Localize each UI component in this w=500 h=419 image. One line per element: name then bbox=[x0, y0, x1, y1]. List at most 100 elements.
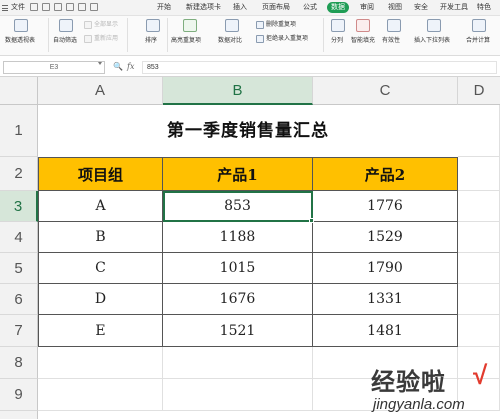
formula-input[interactable]: 853 bbox=[142, 61, 497, 74]
divider bbox=[323, 18, 324, 52]
ribbon-toolbar: 数据透视表 自动筛选 全部显示 重新应用 排序 高亮重复项 数据对比 删除重复项… bbox=[0, 16, 500, 56]
table-title[interactable]: 第一季度销售量汇总 bbox=[38, 105, 458, 157]
split-column-icon bbox=[331, 19, 345, 32]
menu-icon[interactable] bbox=[2, 5, 8, 11]
row-header-8[interactable]: 8 bbox=[0, 347, 38, 379]
table-cell[interactable]: D bbox=[38, 284, 163, 315]
table-cell[interactable]: A bbox=[38, 191, 163, 222]
chevron-down-icon[interactable] bbox=[98, 62, 102, 65]
table-cell[interactable]: 1676 bbox=[163, 284, 313, 315]
cell-d5[interactable] bbox=[458, 253, 500, 284]
table-cell[interactable]: 1481 bbox=[313, 315, 458, 347]
row-header-9[interactable]: 9 bbox=[0, 379, 38, 411]
reapply-button[interactable]: 重新应用 bbox=[94, 35, 118, 43]
smart-fill-button[interactable]: 智能填充 bbox=[351, 37, 375, 45]
remove-duplicates-icon bbox=[256, 21, 264, 29]
header-product-1[interactable]: 产品1 bbox=[163, 157, 313, 191]
highlight-duplicates-button[interactable]: 高亮重复项 bbox=[171, 37, 201, 45]
column-header-a[interactable]: A bbox=[38, 77, 163, 105]
name-box[interactable]: E3 bbox=[3, 61, 105, 74]
zoom-icon[interactable]: 🔍 bbox=[113, 62, 123, 72]
row-header-3[interactable]: 3 bbox=[0, 191, 38, 222]
redo-icon[interactable] bbox=[90, 3, 98, 11]
column-header-c[interactable]: C bbox=[313, 77, 458, 105]
sort-button[interactable]: 排序 bbox=[145, 37, 157, 45]
table-cell[interactable]: 1015 bbox=[163, 253, 313, 284]
smart-fill-icon bbox=[356, 19, 370, 32]
tab-formulas[interactable]: 公式 bbox=[303, 2, 317, 13]
header-product-2[interactable]: 产品2 bbox=[313, 157, 458, 191]
cell-d4[interactable] bbox=[458, 222, 500, 253]
quick-access-icon[interactable] bbox=[30, 3, 38, 11]
pivot-table-icon bbox=[14, 19, 28, 32]
cell-d6[interactable] bbox=[458, 284, 500, 315]
tab-data[interactable]: 数据 bbox=[327, 2, 349, 13]
pivot-table-button[interactable]: 数据透视表 bbox=[5, 37, 35, 45]
fill-handle[interactable] bbox=[309, 218, 314, 223]
cell-a9[interactable] bbox=[38, 379, 163, 411]
menu-file[interactable]: 文件 bbox=[11, 2, 25, 13]
consolidate-button[interactable]: 合并计算 bbox=[466, 37, 490, 45]
insert-dropdown-button[interactable]: 插入下拉列表 bbox=[414, 37, 450, 45]
watermark-logo: 经验啦 bbox=[371, 368, 446, 396]
save-icon[interactable] bbox=[42, 3, 50, 11]
autofilter-button[interactable]: 自动筛选 bbox=[53, 37, 77, 45]
table-cell[interactable]: 853 bbox=[163, 191, 313, 222]
tab-insert[interactable]: 插入 bbox=[233, 2, 247, 13]
header-project-group[interactable]: 项目组 bbox=[38, 157, 163, 191]
table-cell[interactable]: 1529 bbox=[313, 222, 458, 253]
divider bbox=[127, 18, 128, 52]
watermark: 经验啦 √ jingyanla.com bbox=[365, 356, 500, 419]
table-cell[interactable]: C bbox=[38, 253, 163, 284]
row-header-2[interactable]: 2 bbox=[0, 157, 38, 191]
table-cell[interactable]: 1521 bbox=[163, 315, 313, 347]
tab-security[interactable]: 安全 bbox=[414, 2, 428, 13]
divider bbox=[167, 18, 168, 52]
fx-icon[interactable]: fx bbox=[127, 62, 134, 72]
undo-icon[interactable] bbox=[78, 3, 86, 11]
column-header-b[interactable]: B bbox=[163, 77, 313, 105]
row-header-4[interactable]: 4 bbox=[0, 222, 38, 253]
row-header-10[interactable] bbox=[0, 411, 38, 419]
reject-duplicates-button[interactable]: 拒绝录入重复项 bbox=[266, 35, 308, 43]
cell-d1[interactable] bbox=[458, 105, 500, 157]
select-all-corner[interactable] bbox=[0, 77, 38, 105]
cell-d7[interactable] bbox=[458, 315, 500, 347]
tab-review[interactable]: 审阅 bbox=[360, 2, 374, 13]
table-cell[interactable]: 1776 bbox=[313, 191, 458, 222]
row-header-7[interactable]: 7 bbox=[0, 315, 38, 347]
tab-new[interactable]: 新建选项卡 bbox=[186, 2, 221, 13]
table-cell[interactable]: B bbox=[38, 222, 163, 253]
cell-a8[interactable] bbox=[38, 347, 163, 379]
column-header-d[interactable]: D bbox=[458, 77, 500, 105]
highlight-duplicates-icon bbox=[183, 19, 197, 32]
tab-special[interactable]: 特色 bbox=[477, 2, 491, 13]
row-header-6[interactable]: 6 bbox=[0, 284, 38, 315]
table-cell[interactable]: 1790 bbox=[313, 253, 458, 284]
row-header-5[interactable]: 5 bbox=[0, 253, 38, 284]
data-compare-button[interactable]: 数据对比 bbox=[218, 37, 242, 45]
show-all-button[interactable]: 全部显示 bbox=[94, 21, 118, 29]
dropdown-list-icon bbox=[427, 19, 441, 32]
table-cell[interactable]: 1331 bbox=[313, 284, 458, 315]
table-cell[interactable]: 1188 bbox=[163, 222, 313, 253]
tab-page-layout[interactable]: 页面布局 bbox=[262, 2, 290, 13]
print-icon[interactable] bbox=[54, 3, 62, 11]
tab-developer[interactable]: 开发工具 bbox=[440, 2, 468, 13]
cell-b8[interactable] bbox=[163, 347, 313, 379]
tab-home[interactable]: 开始 bbox=[157, 2, 171, 13]
split-column-button[interactable]: 分列 bbox=[331, 37, 343, 45]
checkmark-icon: √ bbox=[473, 360, 488, 390]
row-header-1[interactable]: 1 bbox=[0, 105, 38, 157]
tab-view[interactable]: 视图 bbox=[388, 2, 402, 13]
cell-d3[interactable] bbox=[458, 191, 500, 222]
table-cell[interactable]: E bbox=[38, 315, 163, 347]
cell-b9[interactable] bbox=[163, 379, 313, 411]
cell-d2[interactable] bbox=[458, 157, 500, 191]
preview-icon[interactable] bbox=[66, 3, 74, 11]
validity-button[interactable]: 有效性 bbox=[382, 37, 400, 45]
formula-bar: E3 🔍 fx 853 bbox=[0, 57, 500, 77]
divider bbox=[48, 18, 49, 52]
remove-duplicates-button[interactable]: 删除重复项 bbox=[266, 21, 296, 29]
data-compare-icon bbox=[225, 19, 239, 32]
